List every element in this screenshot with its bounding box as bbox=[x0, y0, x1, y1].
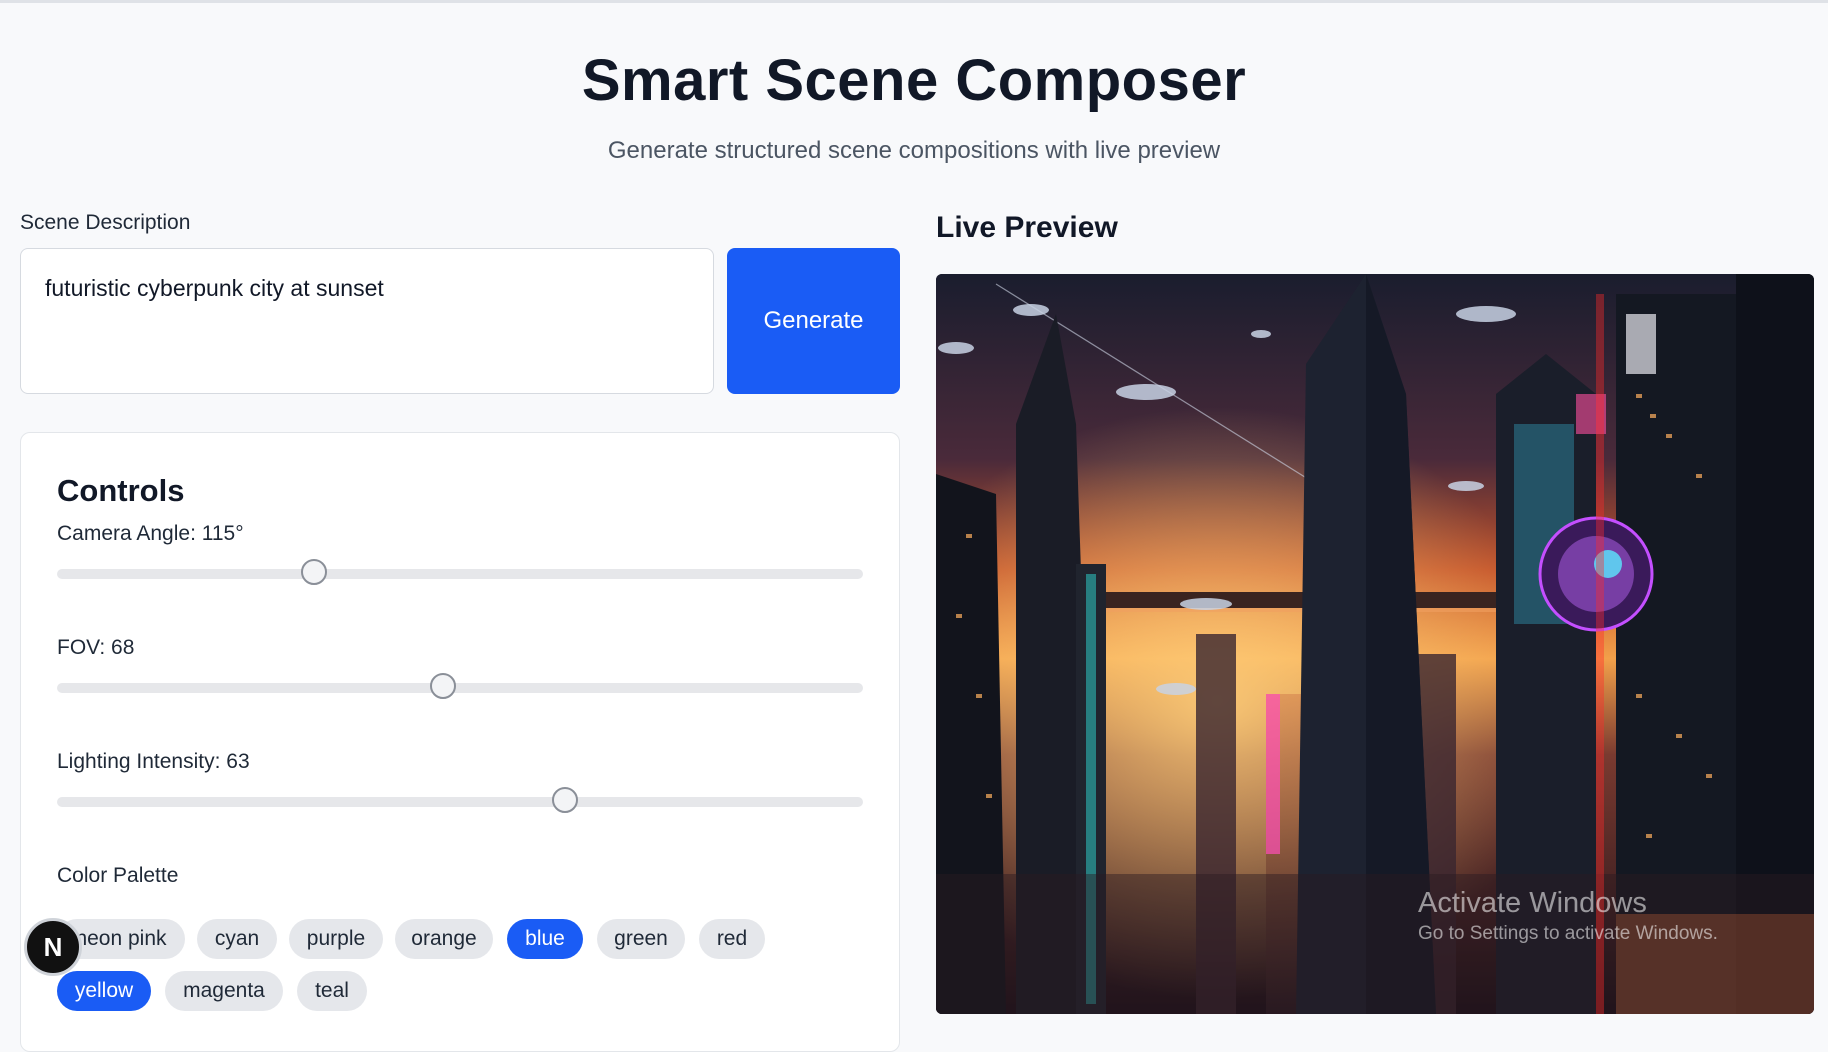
watermark-subtitle: Go to Settings to activate Windows. bbox=[1418, 923, 1718, 944]
page-title: Smart Scene Composer bbox=[581, 48, 1247, 113]
preview-title: Live Preview bbox=[936, 211, 1118, 244]
palette-chip[interactable]: yellow bbox=[57, 971, 151, 1011]
windows-activation-watermark: Activate Windows Go to Settings to activ… bbox=[1418, 886, 1718, 946]
palette-chip[interactable]: blue bbox=[507, 919, 583, 959]
scene-input-row: futuristic cyberpunk city at sunset Gene… bbox=[20, 248, 900, 394]
lighting-intensity-slider[interactable] bbox=[57, 787, 863, 813]
composer-panel: Scene Description futuristic cyberpunk c… bbox=[20, 210, 900, 1052]
preview-panel: Live Preview bbox=[936, 210, 1816, 1014]
fov-label: FOV: 68 bbox=[57, 636, 135, 659]
palette-chip[interactable]: teal bbox=[297, 971, 367, 1011]
color-palette-label: Color Palette bbox=[57, 864, 179, 887]
lighting-intensity-thumb[interactable] bbox=[551, 787, 578, 813]
page-subtitle: Generate structured scene compositions w… bbox=[607, 137, 1221, 164]
palette-chip[interactable]: red bbox=[699, 919, 765, 959]
generate-button[interactable]: Generate bbox=[727, 248, 900, 394]
camera-angle-slider[interactable] bbox=[57, 559, 863, 585]
scene-description-input[interactable]: futuristic cyberpunk city at sunset bbox=[20, 248, 714, 394]
n-logo-button[interactable]: N bbox=[24, 918, 82, 976]
watermark-title: Activate Windows bbox=[1418, 887, 1647, 919]
palette-chip[interactable]: cyan bbox=[197, 919, 277, 959]
palette-chip[interactable]: purple bbox=[289, 919, 383, 959]
top-border bbox=[0, 0, 1828, 3]
controls-title: Controls bbox=[57, 473, 185, 508]
lighting-intensity-label: Lighting Intensity: 63 bbox=[57, 750, 250, 773]
palette-chip[interactable]: magenta bbox=[165, 971, 283, 1011]
page-header: Smart Scene Composer Generate structured… bbox=[0, 46, 1828, 166]
controls-card: Controls Camera Angle: 115° FOV: 68 Ligh… bbox=[20, 432, 900, 1052]
fov-slider[interactable] bbox=[57, 673, 863, 699]
camera-angle-thumb[interactable] bbox=[301, 559, 328, 585]
scene-description-label: Scene Description bbox=[20, 211, 191, 234]
camera-angle-label: Camera Angle: 115° bbox=[57, 522, 244, 545]
palette-chip[interactable]: orange bbox=[395, 919, 493, 959]
palette-chip[interactable]: green bbox=[597, 919, 685, 959]
fov-thumb[interactable] bbox=[429, 673, 456, 699]
